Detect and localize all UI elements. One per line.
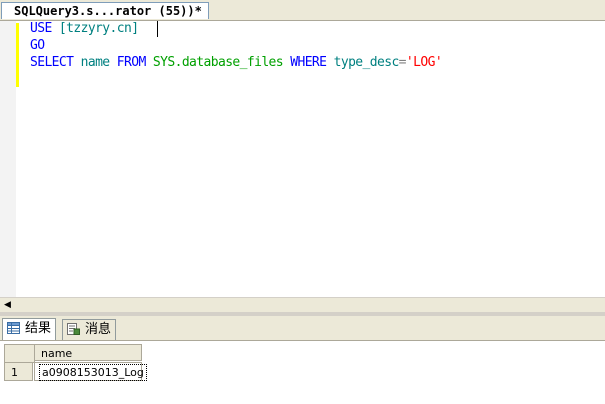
code-line-2[interactable]: GO: [30, 38, 45, 54]
text-caret: [157, 21, 158, 37]
column-name: name: [80, 55, 111, 70]
query-document-tab[interactable]: SQLQuery3.s...rator (55))*: [1, 2, 209, 19]
filter-column: type_desc: [333, 55, 400, 70]
tab-messages-label: 消息: [85, 322, 112, 337]
code-line-3[interactable]: SELECT name FROM SYS.database_files WHER…: [30, 55, 443, 71]
keyword-select: SELECT: [30, 55, 74, 70]
messages-icon: [67, 323, 80, 335]
column-header-name[interactable]: name: [34, 344, 142, 361]
string-literal: 'LOG': [405, 55, 443, 70]
unsaved-change-bar: [16, 23, 19, 87]
keyword-from: FROM: [116, 55, 147, 70]
results-grid[interactable]: name 1 a0908153013_Log: [0, 341, 605, 404]
grid-icon: [7, 322, 20, 334]
grid-corner-header[interactable]: [4, 344, 35, 363]
keyword-go: GO: [30, 38, 45, 53]
editor-gutter: [0, 21, 16, 297]
document-tab-strip: SQLQuery3.s...rator (55))*: [0, 0, 605, 21]
keyword-where: WHERE: [290, 55, 327, 70]
row-number-1[interactable]: 1: [4, 362, 33, 381]
equals-operator: =: [398, 55, 407, 70]
tab-results[interactable]: 结果: [2, 318, 57, 340]
grid-cell-value: a0908153013_Log: [39, 364, 147, 381]
results-tab-bar: 结果 消息: [0, 316, 605, 341]
scroll-left-arrow-icon[interactable]: ◀: [0, 298, 15, 313]
system-table: SYS.database_files: [152, 55, 284, 70]
database-name: [tzzyry.cn]: [58, 21, 139, 36]
query-editor[interactable]: USE [tzzyry.cn] GO SELECT name FROM SYS.…: [0, 21, 605, 297]
editor-horizontal-scrollbar[interactable]: ◀: [0, 297, 605, 313]
tab-results-label: 结果: [25, 321, 52, 336]
tab-messages[interactable]: 消息: [62, 319, 117, 340]
code-line-1[interactable]: USE [tzzyry.cn]: [30, 21, 139, 37]
grid-cell-name[interactable]: a0908153013_Log: [34, 362, 147, 381]
keyword-use: USE: [30, 21, 52, 36]
